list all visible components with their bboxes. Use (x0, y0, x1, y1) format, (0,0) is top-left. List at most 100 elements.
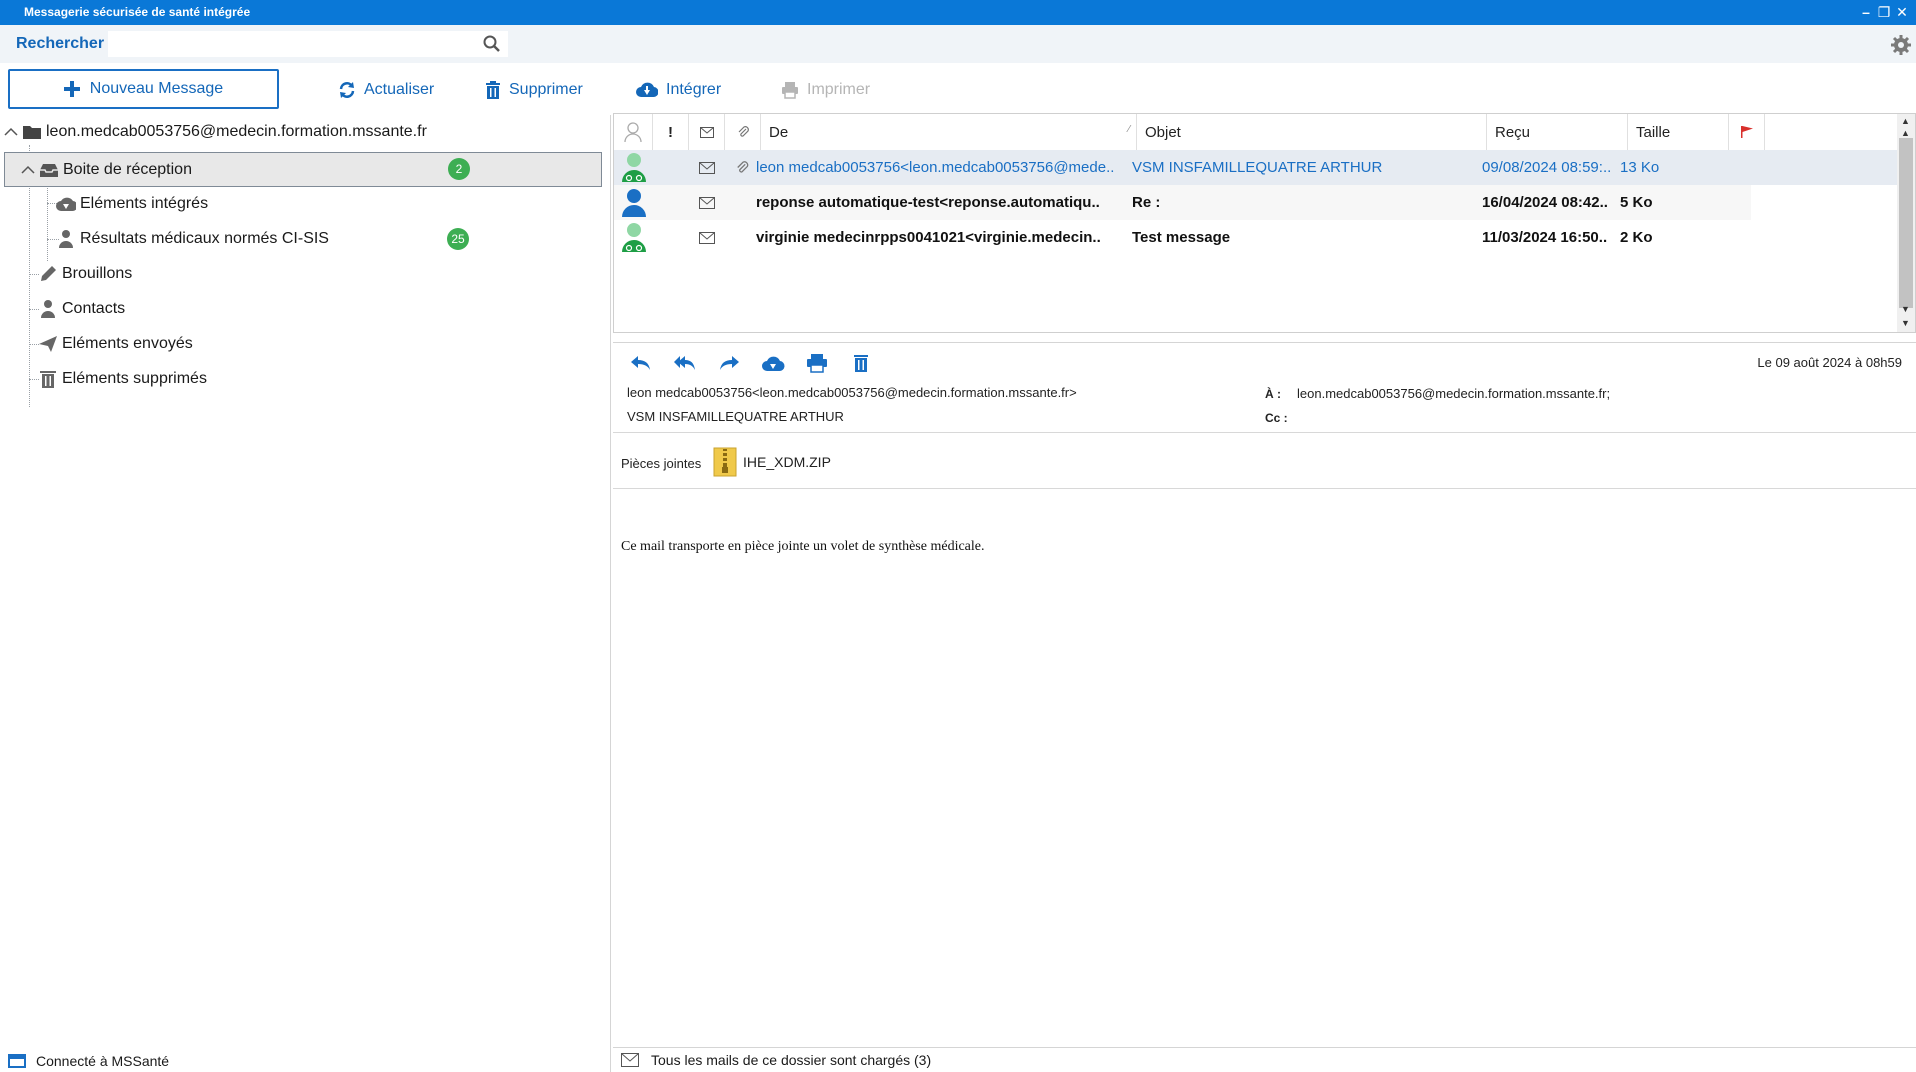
envelope-icon (699, 162, 715, 174)
folder-inbox[interactable]: Boite de réception 2 (4, 152, 602, 187)
zip-file-icon (713, 447, 737, 477)
scroll-up-icon[interactable]: ▲ (1901, 116, 1910, 126)
message-received: 11/03/2024 16:50.. (1482, 229, 1608, 246)
refresh-icon (339, 82, 355, 98)
message-received: 16/04/2024 08:42.. (1482, 194, 1608, 211)
paperclip-icon (738, 126, 749, 137)
gear-icon[interactable] (1890, 34, 1912, 56)
print-button[interactable]: Imprimer (781, 77, 870, 103)
new-message-button[interactable]: Nouveau Message (8, 69, 279, 109)
folder-deleted[interactable]: Eléments supprimés (38, 362, 207, 396)
folder-integrated-label: Eléments intégrés (80, 195, 209, 212)
trash-icon[interactable] (849, 353, 873, 373)
account-label: leon.medcab0053756@medecin.formation.mss… (46, 123, 427, 140)
message-body: Ce mail transporte en pièce jointe un vo… (621, 539, 985, 554)
printer-icon (782, 82, 798, 99)
integrate-label: Intégrer (666, 81, 722, 98)
folder-load-status-label: Tous les mails de ce dossier sont chargé… (651, 1052, 932, 1068)
attachments-divider (613, 488, 1916, 489)
col-flag[interactable] (1729, 114, 1765, 150)
scroll-down-icon[interactable]: ▼ (1901, 318, 1910, 328)
folder-contacts-label: Contacts (62, 300, 126, 317)
flag-icon (1740, 126, 1753, 138)
connection-icon (8, 1054, 26, 1068)
account-node[interactable]: leon.medcab0053756@medecin.formation.mss… (4, 115, 427, 149)
message-subject: Test message (1132, 229, 1231, 246)
col-sender-type[interactable] (614, 114, 653, 150)
folder-contacts[interactable]: Contacts (38, 292, 125, 326)
restore-icon[interactable]: ❐ (1876, 3, 1892, 21)
scroll-top-icon[interactable]: ▲ (1901, 128, 1910, 138)
connection-status-label: Connecté à MSSanté (36, 1053, 170, 1069)
scroll-thumb[interactable] (1899, 138, 1913, 308)
reading-pane: Le 09 août 2024 à 08h59 leon medcab00537… (613, 342, 1916, 1047)
integrate-button[interactable]: Intégrer (636, 77, 721, 103)
message-row[interactable]: virginie medecinrpps0041021<virginie.med… (614, 220, 1751, 255)
trash-icon (40, 371, 56, 388)
attachment-name: IHE_XDM.ZIP (743, 454, 831, 470)
message-list: ! De ⁄ Objet Reçu Taille leon medcab0053… (613, 113, 1916, 333)
forward-icon[interactable] (717, 353, 741, 373)
chevron-up-icon[interactable] (21, 160, 35, 180)
message-from: leon medcab0053756<leon.medcab0053756@me… (756, 159, 1115, 176)
folder-results-label: Résultats médicaux normés CI-SIS (80, 230, 329, 247)
folder-sent[interactable]: Eléments envoyés (38, 327, 193, 361)
main-toolbar: Nouveau Message Actualiser Supprimer Int… (0, 63, 1916, 115)
unread-count-badge: 2 (448, 158, 470, 180)
folder-integrated[interactable]: Eléments intégrés (56, 187, 208, 221)
col-read[interactable] (689, 114, 725, 150)
printer-icon[interactable] (805, 353, 829, 373)
message-date: Le 09 août 2024 à 08h59 (1757, 355, 1902, 370)
folder-panel: leon.medcab0053756@medecin.formation.mss… (0, 115, 611, 1072)
reply-icon[interactable] (629, 353, 653, 373)
minimize-icon[interactable]: – (1858, 3, 1874, 21)
message-size: 2 Ko (1620, 229, 1653, 246)
refresh-button[interactable]: Actualiser (338, 77, 434, 103)
search-bar: Rechercher (0, 25, 1916, 63)
attachments-label: Pièces jointes (621, 456, 702, 471)
delete-label: Supprimer (509, 81, 583, 98)
col-size[interactable]: Taille (1628, 114, 1729, 150)
doctor-icon (622, 223, 646, 252)
header-divider (613, 432, 1916, 433)
trash-icon (486, 81, 500, 99)
folder-drafts[interactable]: Brouillons (38, 257, 132, 291)
col-attachment[interactable] (725, 114, 761, 150)
reply-all-icon[interactable] (673, 353, 697, 373)
message-list-scrollbar[interactable]: ▲ ▲ ▼ ▼ (1897, 114, 1915, 332)
col-important[interactable]: ! (653, 114, 689, 150)
cloud-download-icon (636, 82, 658, 98)
col-from[interactable]: De ⁄ (761, 114, 1137, 150)
user-outline-icon (624, 122, 642, 143)
chevron-up-icon[interactable] (4, 122, 18, 142)
message-row[interactable]: reponse automatique-test<reponse.automat… (614, 185, 1751, 220)
folder-load-status: Tous les mails de ce dossier sont chargé… (613, 1047, 1916, 1072)
col-received[interactable]: Reçu (1487, 114, 1628, 150)
col-subject[interactable]: Objet (1137, 114, 1487, 150)
cloud-download-icon[interactable] (761, 353, 785, 373)
search-label: Rechercher (16, 35, 105, 52)
scroll-bottom-icon[interactable]: ▼ (1901, 304, 1910, 314)
envelope-icon (699, 126, 714, 138)
doctor-icon (622, 153, 646, 182)
refresh-label: Actualiser (364, 81, 435, 98)
paperclip-icon (737, 161, 749, 173)
message-received: 09/08/2024 08:59:.. (1482, 159, 1612, 176)
message-from: reponse automatique-test<reponse.automat… (756, 194, 1100, 211)
sort-icon[interactable]: ⁄ (1128, 124, 1130, 135)
envelope-icon (699, 232, 715, 244)
folder-icon (23, 126, 41, 139)
inbox-icon (40, 163, 58, 177)
message-size: 5 Ko (1620, 194, 1653, 211)
search-input[interactable] (108, 31, 508, 57)
delete-button[interactable]: Supprimer (485, 77, 583, 103)
attachment-file[interactable]: IHE_XDM.ZIP (713, 447, 831, 477)
contact-icon (41, 300, 55, 318)
envelope-icon (699, 197, 715, 209)
search-icon[interactable] (482, 34, 502, 54)
message-row[interactable]: leon medcab0053756<leon.medcab0053756@me… (614, 150, 1897, 185)
envelope-icon (621, 1053, 639, 1067)
folder-results[interactable]: Résultats médicaux normés CI-SIS 25 (56, 222, 476, 256)
print-label: Imprimer (807, 81, 871, 98)
close-icon[interactable]: ✕ (1894, 3, 1910, 21)
